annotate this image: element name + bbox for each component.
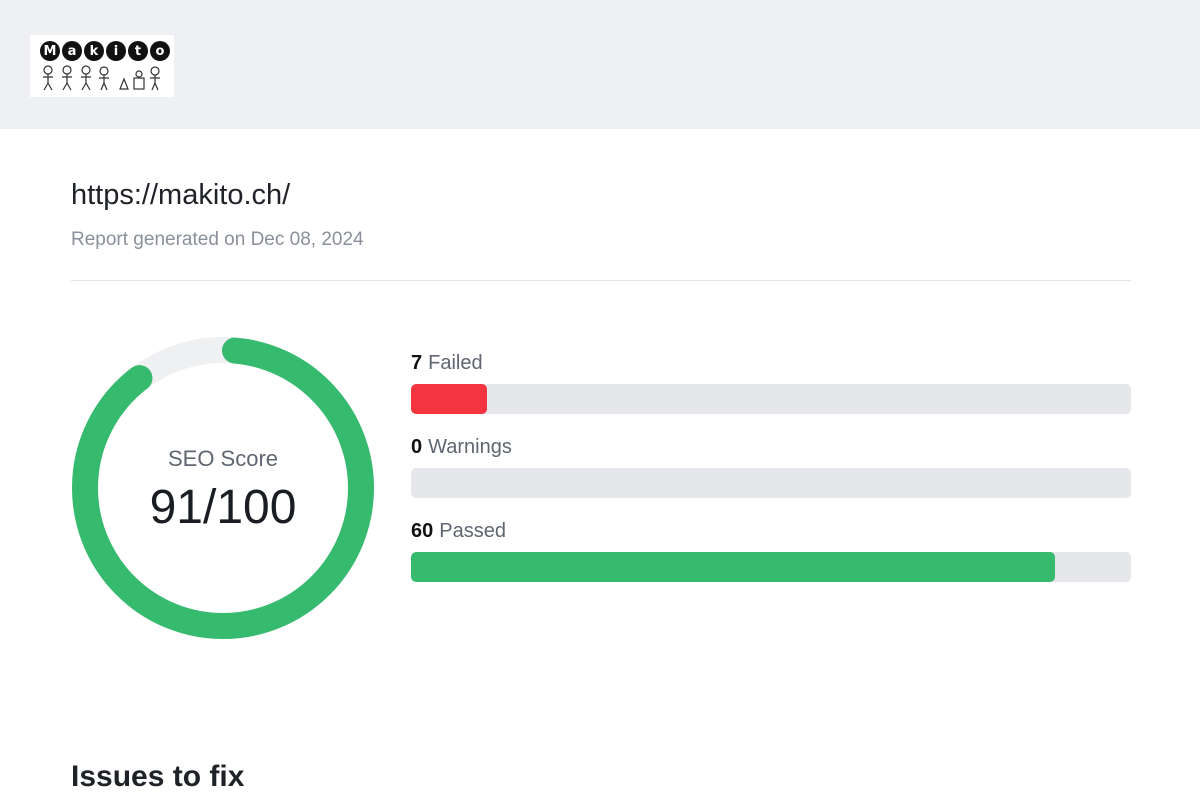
progress-track [411, 468, 1131, 498]
issues-section-title: Issues to fix [71, 760, 245, 793]
stat-count: 7 [411, 352, 423, 374]
page-title: https://makito.ch/ [71, 179, 291, 211]
stat-passed: 60 Passed [411, 520, 1131, 582]
stat-text: Warnings [428, 436, 512, 458]
divider [71, 280, 1131, 281]
progress-track [411, 552, 1131, 582]
report-date: Report generated on Dec 08, 2024 [71, 229, 364, 250]
logo-wordmark: M a k i t o [40, 41, 170, 61]
logo-letter: o [150, 41, 170, 61]
score-value: 91/100 [149, 481, 297, 534]
site-logo[interactable]: M a k i t o [30, 35, 174, 97]
stat-label: 60 Passed [411, 520, 1131, 546]
logo-letter: k [84, 41, 104, 61]
logo-letter: M [40, 41, 60, 61]
stat-label: 7 Failed [411, 352, 1131, 378]
score-label: SEO Score [167, 446, 279, 471]
stat-text: Failed [428, 352, 483, 374]
progress-fill [411, 552, 1056, 582]
logo-letter: i [106, 41, 126, 61]
stat-count: 60 [411, 520, 434, 542]
stat-text: Passed [439, 520, 506, 542]
top-header: M a k i t o [0, 0, 1200, 129]
stat-count: 0 [411, 436, 423, 458]
stat-warnings: 0 Warnings [411, 436, 1131, 498]
seo-score-gauge: SEO Score 91/100 [71, 336, 375, 640]
progress-track [411, 384, 1131, 414]
makito-logo-icon [43, 65, 160, 91]
stat-failed: 7 Failed [411, 352, 1131, 414]
logo-letter: t [128, 41, 148, 61]
logo-letter: a [62, 41, 82, 61]
progress-fill [411, 384, 487, 414]
stat-label: 0 Warnings [411, 436, 1131, 462]
